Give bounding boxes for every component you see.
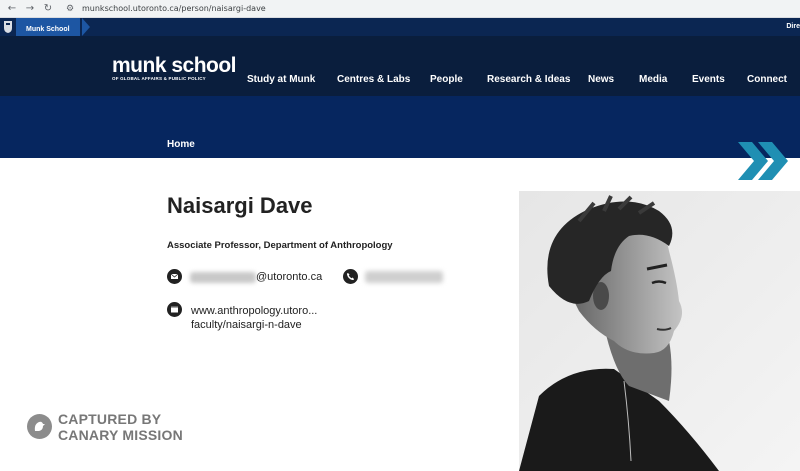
crumb-arrow [82,18,90,36]
watermark-line-2: CANARY MISSION [58,427,183,443]
email-redacted [190,272,256,283]
address-bar[interactable]: munkschool.utoronto.ca/person/naisargi-d… [82,4,266,13]
back-icon[interactable]: ← [6,3,18,15]
nav-centres-labs[interactable]: Centres & Labs [337,74,410,85]
site-info-icon[interactable]: ⚙ [64,3,76,15]
nav-study-at-munk[interactable]: Study at Munk [247,74,315,85]
utility-bar: Munk School Dire [0,18,800,36]
munk-school-logo[interactable]: munk school OF GLOBAL AFFAIRS & PUBLIC P… [112,54,237,82]
chevron-decoration-icon [738,142,788,180]
browser-bar: ← → ↻ ⚙ munkschool.utoronto.ca/person/na… [0,0,800,18]
watermark-line-1: CAPTURED BY [58,411,162,427]
email-link[interactable]: @utoronto.ca [256,271,322,283]
munk-school-crumb[interactable]: Munk School [16,18,80,36]
person-name: Naisargi Dave [167,193,313,218]
web-icon [167,302,182,317]
forward-icon[interactable]: → [24,3,36,15]
website-link-line-1[interactable]: www.anthropology.utoro... [191,305,317,317]
nav-events[interactable]: Events [692,74,725,85]
nav-news[interactable]: News [588,74,614,85]
email-icon [167,269,182,284]
nav-people[interactable]: People [430,74,463,85]
person-photo [519,191,800,471]
page-banner: Home [0,96,800,158]
crest-icon [4,21,12,33]
canary-mission-logo-icon [27,414,52,439]
crumb-label: Munk School [26,26,70,33]
reload-icon[interactable]: ↻ [42,3,54,15]
nav-research-ideas[interactable]: Research & Ideas [487,74,570,85]
phone-redacted [365,271,443,283]
logo-wordmark: munk school [112,54,237,77]
phone-icon [343,269,358,284]
nav-connect[interactable]: Connect [747,74,787,85]
person-title: Associate Professor, Department of Anthr… [167,240,393,251]
breadcrumb-home[interactable]: Home [167,139,195,150]
website-link-line-2[interactable]: faculty/naisargi-n-dave [191,319,302,331]
directory-link[interactable]: Dire [786,18,800,36]
site-header: munk school OF GLOBAL AFFAIRS & PUBLIC P… [0,36,800,96]
nav-media[interactable]: Media [639,74,667,85]
